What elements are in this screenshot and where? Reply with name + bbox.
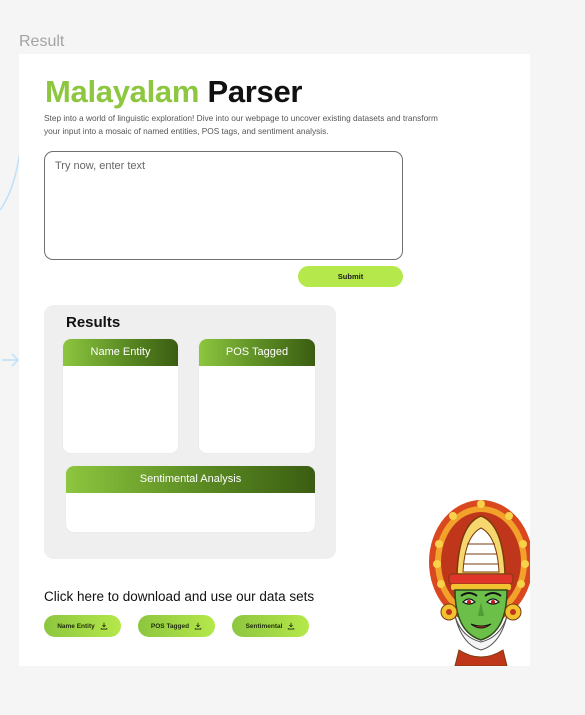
download-heading: Click here to download and use our data … — [44, 589, 315, 604]
pos-tagged-header: POS Tagged — [199, 339, 315, 366]
download-icon — [100, 622, 107, 630]
name-entity-header: Name Entity — [63, 339, 178, 366]
submit-button[interactable]: Submit — [298, 266, 403, 287]
result-page: Malayalam Parser Step into a world of li… — [19, 54, 530, 666]
name-entity-card: Name Entity — [63, 339, 178, 453]
results-title: Results — [66, 314, 121, 331]
download-name-entity-button[interactable]: Name Entity — [44, 615, 121, 637]
sentiment-header: Sentimental Analysis — [66, 466, 315, 493]
page-title: Malayalam Parser — [45, 74, 302, 110]
sentiment-card: Sentimental Analysis — [66, 466, 315, 532]
connector-arrow-icon — [2, 353, 20, 367]
kathakali-illustration — [429, 500, 530, 666]
download-icon — [288, 622, 295, 630]
download-sentiment-label: Sentimental — [245, 622, 283, 630]
pos-tagged-card: POS Tagged — [199, 339, 315, 453]
download-pos-tagged-label: POS Tagged — [150, 622, 190, 630]
download-icon — [194, 622, 202, 630]
title-rest: Parser — [207, 74, 303, 109]
intro-text: Step into a world of linguistic explorat… — [44, 113, 438, 136]
text-input[interactable] — [44, 151, 403, 260]
title-accent: Malayalam — [45, 74, 200, 109]
download-name-entity-label: Name Entity — [57, 622, 95, 630]
results-panel: Results Name Entity POS Tagged Sentiment… — [44, 305, 336, 559]
download-sentiment-button[interactable]: Sentimental — [232, 615, 309, 637]
download-pos-tagged-button[interactable]: POS Tagged — [138, 615, 215, 637]
